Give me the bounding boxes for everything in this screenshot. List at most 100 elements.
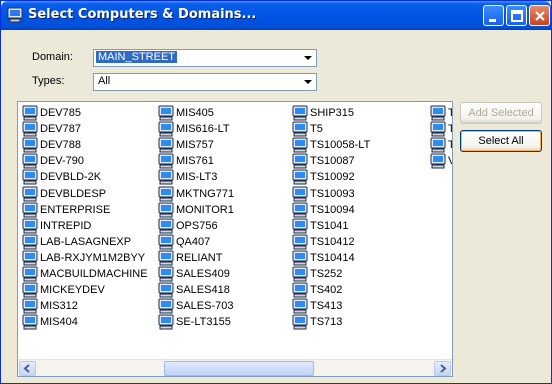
list-item-label: DEV785 bbox=[40, 107, 81, 119]
list-item-label: TS10094 bbox=[310, 203, 355, 216]
list-item-label: DEVBLDESP bbox=[40, 187, 107, 200]
computer-icon bbox=[22, 234, 38, 250]
computer-icon bbox=[22, 218, 38, 234]
close-icon bbox=[535, 11, 545, 21]
list-item-label: TS413 bbox=[310, 300, 343, 313]
computer-icon bbox=[292, 169, 308, 185]
computer-icon bbox=[292, 218, 308, 234]
computer-icon bbox=[158, 186, 174, 201]
list-item-label: MACBUILDMACHINE bbox=[40, 268, 148, 280]
computer-icon bbox=[158, 314, 174, 330]
list-item-label: MIS-LT3 bbox=[176, 171, 218, 184]
chevron-right-icon bbox=[440, 364, 447, 373]
scroll-right-button[interactable] bbox=[434, 361, 451, 376]
types-combo[interactable]: All bbox=[93, 73, 317, 91]
computer-icon bbox=[292, 250, 308, 266]
computer-icon bbox=[158, 282, 174, 298]
list-item-label: SE-LT3155 bbox=[176, 316, 231, 329]
computer-icon bbox=[22, 137, 38, 153]
list-item-label: MKTNG771 bbox=[176, 187, 235, 200]
computer-icon bbox=[158, 218, 174, 234]
list-item-label: LAB-LASAGNEXP bbox=[40, 235, 132, 248]
select-all-button[interactable]: Select All bbox=[460, 130, 542, 152]
list-item-label: DEV787 bbox=[40, 123, 81, 136]
add-selected-button[interactable]: Add Selected bbox=[460, 102, 542, 124]
computer-icon bbox=[158, 105, 174, 121]
title-bar[interactable]: Select Computers & Domains... bbox=[1, 1, 551, 30]
list-item-label: MIS405 bbox=[176, 107, 214, 119]
computer-icon bbox=[292, 105, 308, 121]
computer-icon bbox=[22, 105, 38, 121]
list-item-label: T bbox=[448, 121, 452, 137]
list-item-label: TS10058-LT bbox=[310, 139, 371, 152]
computer-icon bbox=[22, 298, 38, 314]
list-item-label: T bbox=[448, 137, 452, 153]
computer-icon bbox=[292, 298, 308, 314]
domain-combo[interactable]: MAIN_STREET bbox=[93, 49, 317, 67]
list-item-label: T bbox=[448, 105, 452, 121]
scroll-left-button[interactable] bbox=[19, 361, 36, 376]
list-item-label: MONITOR1 bbox=[176, 203, 234, 216]
minimize-button[interactable] bbox=[483, 5, 504, 26]
list-item-label: T5 bbox=[310, 123, 323, 136]
list-item-label: TS10092 bbox=[310, 171, 355, 184]
computer-icon bbox=[292, 186, 308, 201]
computer-icon bbox=[430, 153, 446, 169]
list-item-label: TS1041 bbox=[310, 219, 349, 232]
computer-icon bbox=[292, 234, 308, 250]
computer-icon bbox=[158, 250, 174, 266]
list-item-label: MIS312 bbox=[40, 300, 78, 313]
list-item-label: DEVBLD-2K bbox=[40, 171, 102, 184]
list-item-label: MIS616-LT bbox=[176, 123, 230, 136]
computer-icon bbox=[22, 153, 38, 169]
list-item-label: QA407 bbox=[176, 235, 211, 248]
list-item-label: MIS757 bbox=[176, 139, 214, 152]
list-item-label: SALES409 bbox=[176, 268, 230, 280]
list-item-label: TS10087 bbox=[310, 155, 355, 168]
computer-list[interactable]: DEV785 DEV787 DEV788 DEV-790 DEVBLD-2K DEVBLD… bbox=[17, 101, 453, 377]
computer-icon bbox=[22, 266, 38, 282]
list-item-label: SHIP315 bbox=[310, 107, 355, 119]
computer-icon bbox=[158, 121, 174, 137]
list-item-label: TS252 bbox=[310, 268, 343, 280]
computer-icon bbox=[22, 202, 38, 218]
window-title: Select Computers & Domains... bbox=[28, 7, 257, 22]
computer-icon bbox=[22, 121, 38, 137]
types-value: All bbox=[98, 75, 111, 87]
computer-icon bbox=[22, 169, 38, 185]
list-item-label: DEV-790 bbox=[40, 155, 85, 168]
computer-icon bbox=[292, 266, 308, 282]
computer-icon bbox=[158, 266, 174, 282]
domain-label: Domain: bbox=[32, 51, 73, 63]
computer-icon bbox=[430, 121, 446, 137]
list-item-label: MICKEYDEV bbox=[40, 284, 105, 297]
horizontal-scrollbar[interactable] bbox=[18, 359, 452, 376]
close-button[interactable] bbox=[529, 5, 550, 26]
list-item-label: OPS756 bbox=[176, 219, 218, 232]
dialog-window: Select Computers & Domains... Domain: MA… bbox=[0, 0, 552, 384]
computer-icon bbox=[158, 169, 174, 185]
minimize-icon bbox=[489, 19, 496, 22]
list-item-label: TS402 bbox=[310, 284, 343, 297]
computer-icon bbox=[292, 202, 308, 218]
list-item-label: TS713 bbox=[310, 316, 343, 329]
chevron-down-icon[interactable] bbox=[300, 74, 316, 90]
dialog-body: Domain: MAIN_STREET Types: All DEV785 DEV… bbox=[5, 30, 549, 381]
computer-icon bbox=[7, 7, 23, 23]
computer-icon bbox=[158, 137, 174, 153]
computer-icon bbox=[22, 314, 38, 330]
computer-icon bbox=[292, 314, 308, 330]
list-item-label: DEV788 bbox=[40, 139, 81, 152]
maximize-button[interactable] bbox=[506, 5, 527, 26]
computer-icon bbox=[158, 298, 174, 314]
computer-icon bbox=[292, 121, 308, 137]
computer-icon bbox=[22, 282, 38, 298]
computer-icon bbox=[430, 105, 446, 121]
list-item-label: SALES418 bbox=[176, 284, 230, 297]
computer-icon bbox=[158, 153, 174, 169]
list-item-label: INTREPID bbox=[40, 219, 92, 232]
computer-icon bbox=[158, 202, 174, 218]
maximize-icon bbox=[511, 10, 523, 22]
chevron-down-icon[interactable] bbox=[300, 50, 316, 66]
scrollbar-thumb[interactable] bbox=[164, 361, 314, 376]
